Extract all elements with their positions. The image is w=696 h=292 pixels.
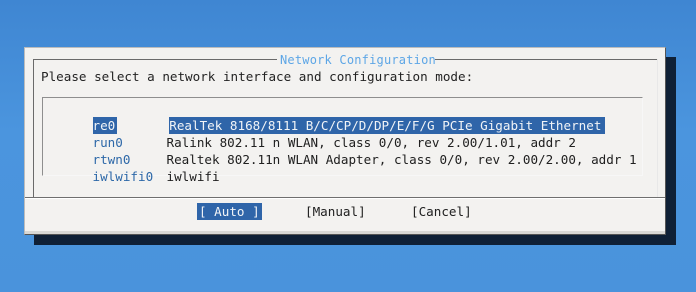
button-separator <box>25 197 665 199</box>
interface-description: Realtek 802.11n WLAN Adapter, class 0/0,… <box>166 152 637 167</box>
dialog-bottom-edge <box>25 231 665 234</box>
title-frame-left <box>33 59 277 60</box>
interface-row-iwlwifi0[interactable]: iwlwifi0 iwlwifi <box>47 151 220 184</box>
cancel-button[interactable]: [Cancel] <box>411 203 472 220</box>
interface-name: iwlwifi0 <box>92 169 154 184</box>
interface-row-run0[interactable]: run0 Ralink 802.11 n WLAN, class 0/0, rev… <box>47 117 576 150</box>
prompt-text: Please select a network interface and co… <box>41 69 474 84</box>
interface-row-re0[interactable]: re0 RealTek 8168/8111 B/C/CP/D/DP/E/F/G P… <box>47 100 606 134</box>
auto-button[interactable]: [ Auto ] <box>197 203 262 220</box>
interface-row-rtwn0[interactable]: rtwn0 Realtek 802.11n WLAN Adapter, class… <box>47 134 637 167</box>
interface-description: iwlwifi <box>166 169 220 184</box>
frame-right-edge <box>657 59 658 197</box>
manual-button[interactable]: [Manual] <box>305 203 366 220</box>
network-configuration-dialog: Network Configuration Please select a ne… <box>24 47 666 235</box>
title-frame-right <box>435 59 657 60</box>
dialog-title: Network Configuration <box>280 53 436 67</box>
interface-list: re0 RealTek 8168/8111 B/C/CP/D/DP/E/F/G P… <box>42 97 643 184</box>
frame-left-edge <box>33 59 34 197</box>
